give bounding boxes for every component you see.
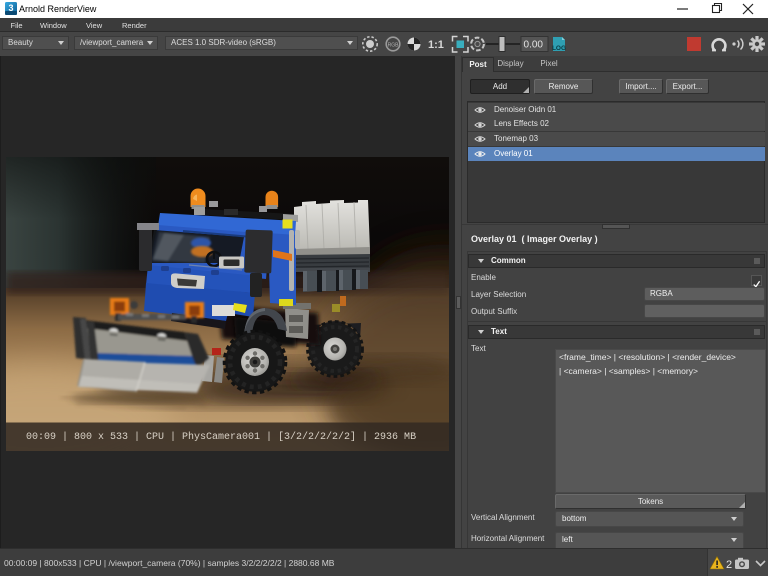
svg-text:RGB: RGB [388, 42, 400, 48]
svg-text:0.00: 0.00 [524, 39, 544, 50]
svg-text:1:1: 1:1 [428, 39, 444, 51]
svg-text:3: 3 [8, 3, 13, 13]
svg-text:00:09 | 800 x 533 | CPU | Phys: 00:09 | 800 x 533 | CPU | PhysCamera001 … [26, 431, 416, 443]
svg-text:2: 2 [726, 559, 732, 571]
svg-text:LOG: LOG [552, 45, 566, 52]
